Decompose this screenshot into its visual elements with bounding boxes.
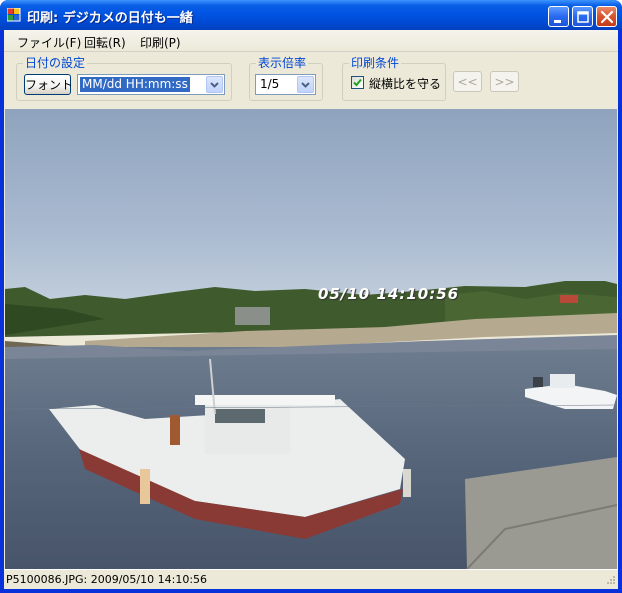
keep-aspect-checkbox[interactable]	[351, 76, 364, 89]
date-format-combo[interactable]: MM/dd HH:mm:ss	[77, 74, 225, 95]
menu-rotate[interactable]: 回転(R)	[84, 34, 126, 51]
zoom-label: 表示倍率	[256, 56, 309, 70]
window-title: 印刷: デジカメの日付も一緒	[27, 11, 193, 26]
maximize-icon	[577, 11, 589, 23]
next-button[interactable]: >>	[490, 71, 519, 92]
checkmark-icon	[353, 78, 362, 87]
photo-preview[interactable]: 05/10 14:10:56	[5, 109, 617, 569]
close-button[interactable]	[596, 6, 617, 27]
minimize-button[interactable]	[548, 6, 569, 27]
menu-file[interactable]: ファイル(F)	[17, 34, 81, 51]
chevron-down-icon	[301, 82, 310, 88]
zoom-combo[interactable]: 1/5	[255, 74, 316, 95]
date-settings-label: 日付の設定	[23, 56, 88, 70]
resize-grip-icon[interactable]	[604, 575, 616, 587]
keep-aspect-label[interactable]: 縦横比を守る	[369, 75, 441, 92]
menu-bar: ファイル(F) 回転(R) 印刷(P)	[4, 30, 618, 52]
photo-date-stamp: 05/10 14:10:56	[318, 285, 460, 303]
photo-image	[5, 109, 617, 569]
maximize-button[interactable]	[572, 6, 593, 27]
date-settings-group: 日付の設定 フォント MM/dd HH:mm:ss	[16, 56, 232, 101]
date-format-dropdown-button[interactable]	[206, 76, 223, 93]
print-conditions-label: 印刷条件	[349, 56, 402, 70]
title-bar[interactable]: 印刷: デジカメの日付も一緒	[0, 0, 622, 30]
printer-app-icon	[7, 8, 21, 22]
font-button[interactable]: フォント	[24, 74, 73, 95]
previous-button[interactable]: <<	[453, 71, 482, 92]
status-bar: P5100086.JPG: 2009/05/10 14:10:56	[4, 569, 618, 589]
print-conditions-group: 印刷条件 縦横比を守る	[342, 56, 446, 101]
menu-print[interactable]: 印刷(P)	[140, 34, 181, 51]
zoom-value: 1/5	[260, 77, 280, 91]
date-format-value: MM/dd HH:mm:ss	[80, 77, 190, 92]
zoom-dropdown-button[interactable]	[297, 76, 314, 93]
minimize-icon	[554, 20, 561, 23]
zoom-group: 表示倍率 1/5	[249, 56, 323, 101]
client-area: ファイル(F) 回転(R) 印刷(P) 日付の設定 フォント MM/dd HH:…	[4, 30, 618, 589]
toolbar: 日付の設定 フォント MM/dd HH:mm:ss 表示倍率 1/5 印刷条件 …	[4, 52, 618, 109]
chevron-down-icon	[210, 82, 219, 88]
app-window: 印刷: デジカメの日付も一緒 ファイル(F) 回転(R) 印刷(P) 日付の設定…	[0, 0, 622, 593]
status-text: P5100086.JPG: 2009/05/10 14:10:56	[6, 573, 208, 586]
close-icon	[600, 10, 614, 24]
